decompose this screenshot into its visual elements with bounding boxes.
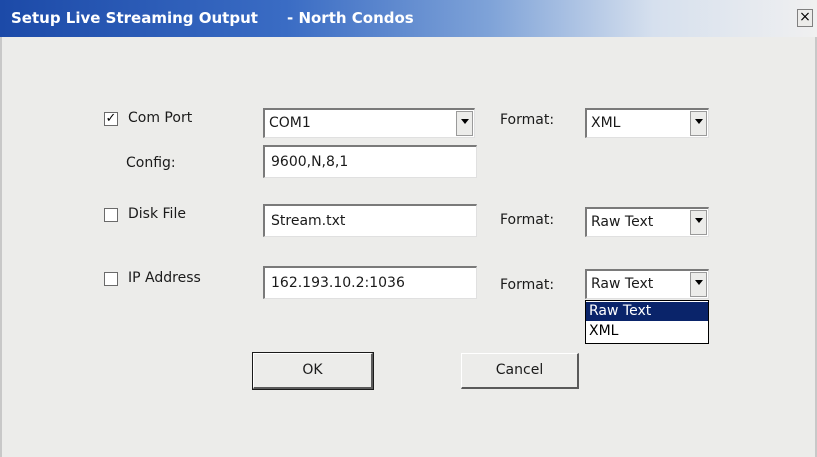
config-input[interactable]: 9600,N,8,1	[263, 145, 477, 178]
setup-streaming-dialog: Setup Live Streaming Output - North Cond…	[0, 0, 817, 457]
ip-address-input[interactable]: 162.193.10.2:1036	[263, 266, 477, 299]
ip-address-label: IP Address	[128, 270, 201, 286]
dropdown-option-xml[interactable]: XML	[586, 322, 708, 341]
disk-file-checkbox[interactable]	[104, 208, 118, 222]
disk-file-format-label: Format:	[500, 212, 555, 228]
ip-address-format-label: Format:	[500, 277, 555, 293]
dialog-subtitle: - North Condos	[287, 9, 414, 27]
dialog-title: Setup Live Streaming Output	[11, 9, 258, 27]
chevron-down-icon[interactable]	[690, 272, 707, 297]
chevron-down-icon[interactable]	[690, 210, 707, 235]
left-border	[0, 37, 2, 457]
com-port-format-label: Format:	[500, 112, 555, 128]
config-label: Config:	[126, 155, 176, 171]
format-dropdown-list: Raw Text XML	[585, 300, 709, 344]
com-port-select-value: COM1	[269, 115, 311, 131]
com-port-label: Com Port	[128, 110, 193, 126]
title-bar[interactable]: Setup Live Streaming Output - North Cond…	[0, 0, 817, 37]
ip-address-checkbox[interactable]	[104, 272, 118, 286]
disk-file-label: Disk File	[128, 206, 186, 222]
disk-file-format-select[interactable]: Raw Text	[585, 207, 709, 237]
close-button[interactable]: ×	[797, 9, 813, 27]
disk-file-format-value: Raw Text	[591, 214, 654, 230]
dropdown-option-raw-text[interactable]: Raw Text	[586, 302, 708, 321]
ip-address-format-value: Raw Text	[591, 276, 654, 292]
disk-file-input[interactable]: Stream.txt	[263, 204, 477, 237]
chevron-down-icon[interactable]	[690, 111, 707, 136]
com-port-format-value: XML	[591, 115, 621, 131]
ip-address-format-select[interactable]: Raw Text	[585, 269, 709, 299]
com-port-select[interactable]: COM1	[263, 108, 475, 138]
com-port-checkbox[interactable]: ✓	[104, 112, 118, 126]
cancel-button[interactable]: Cancel	[461, 353, 579, 389]
com-port-format-select[interactable]: XML	[585, 108, 709, 138]
chevron-down-icon[interactable]	[456, 111, 473, 136]
ok-button[interactable]: OK	[252, 352, 374, 390]
